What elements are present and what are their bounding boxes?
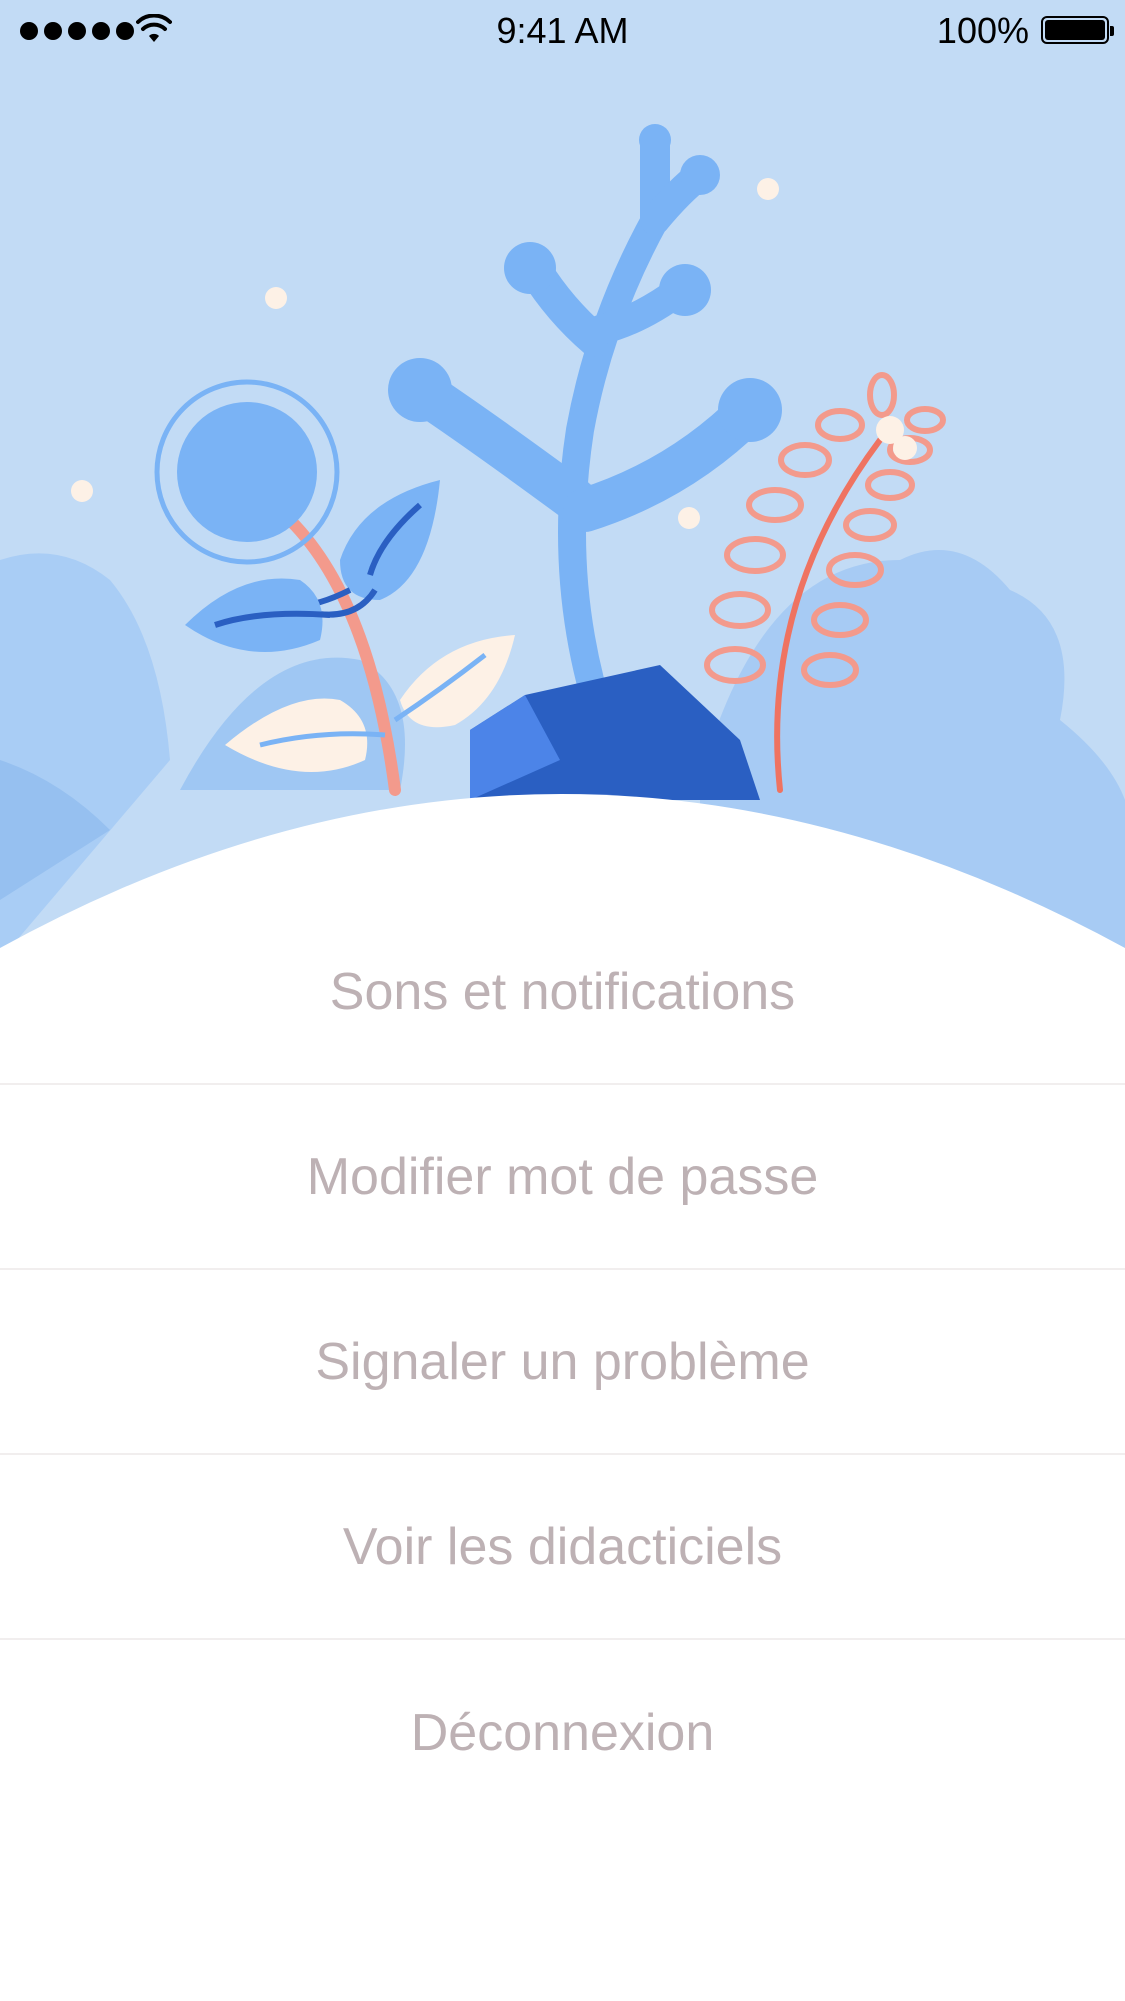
menu-item-report-problem[interactable]: Signaler un problème	[0, 1270, 1125, 1455]
menu-item-label: Voir les didacticiels	[342, 1517, 783, 1576]
settings-menu: Sons et notifications Modifier mot de pa…	[0, 900, 1125, 1825]
menu-item-label: Sons et notifications	[329, 962, 796, 1021]
dot	[265, 287, 287, 309]
battery-icon	[1041, 16, 1114, 44]
status-bar: 9:41 AM 100%	[0, 0, 1125, 60]
plants-illustration	[0, 0, 1125, 960]
menu-item-sounds-notifications[interactable]: Sons et notifications	[0, 900, 1125, 1085]
menu-item-view-tutorials[interactable]: Voir les didacticiels	[0, 1455, 1125, 1640]
settings-screen: 9:41 AM 100% Sons et notifications Modif…	[0, 0, 1125, 2001]
menu-item-label: Déconnexion	[410, 1703, 715, 1762]
dot	[71, 480, 93, 502]
menu-item-logout[interactable]: Déconnexion	[0, 1640, 1125, 1825]
dot	[678, 507, 700, 529]
blue-flower	[177, 402, 317, 542]
menu-item-label: Signaler un problème	[315, 1332, 810, 1391]
dot	[757, 178, 779, 200]
menu-item-label: Modifier mot de passe	[306, 1147, 819, 1206]
battery-percentage: 100%	[936, 10, 1029, 51]
menu-item-change-password[interactable]: Modifier mot de passe	[0, 1085, 1125, 1270]
